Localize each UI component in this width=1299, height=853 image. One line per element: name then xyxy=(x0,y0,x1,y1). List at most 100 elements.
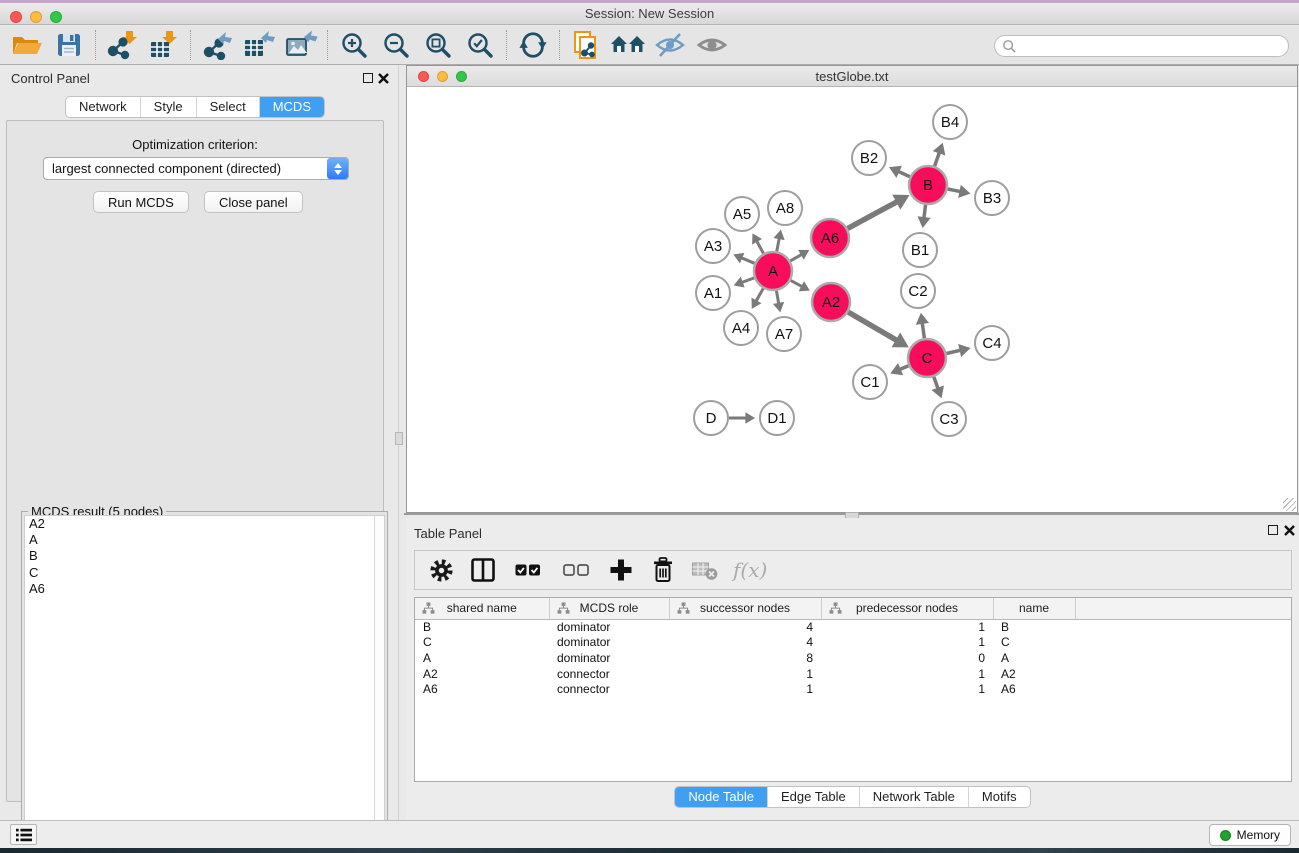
table-cell[interactable]: connector xyxy=(549,681,669,697)
save-session-button[interactable] xyxy=(48,29,90,61)
memory-button[interactable]: Memory xyxy=(1209,824,1291,846)
graph-node-A6[interactable]: A6 xyxy=(811,219,849,257)
result-item[interactable]: A6 xyxy=(25,581,384,597)
table-cell[interactable]: 0 xyxy=(821,650,993,666)
graph-node-A1[interactable]: A1 xyxy=(696,276,730,310)
graph-node-B1[interactable]: B1 xyxy=(903,233,937,267)
table-cell[interactable]: A xyxy=(415,650,549,666)
table-row[interactable]: Adominator80A xyxy=(415,650,1291,666)
tab-network-table[interactable]: Network Table xyxy=(860,787,969,807)
column-header-MCDS-role[interactable]: MCDS role xyxy=(549,598,669,619)
result-item[interactable]: A xyxy=(25,532,384,548)
graph-edge-A-A5[interactable] xyxy=(752,233,763,253)
table-cell[interactable]: C xyxy=(993,635,1075,651)
tab-network[interactable]: Network xyxy=(66,97,141,117)
table-cell[interactable]: dominator xyxy=(549,619,669,635)
graph-edge-A-A1[interactable] xyxy=(734,277,755,288)
column-header-predecessor-nodes[interactable]: predecessor nodes xyxy=(821,598,993,619)
result-item[interactable]: A2 xyxy=(25,516,384,532)
column-header-successor-nodes[interactable]: successor nodes xyxy=(669,598,821,619)
graph-edge-C-C4[interactable] xyxy=(946,344,970,357)
close-panel-icon[interactable] xyxy=(378,73,389,84)
table-cell[interactable]: A6 xyxy=(415,681,549,697)
graph-node-C2[interactable]: C2 xyxy=(901,274,935,308)
graph-edge-A-A8[interactable] xyxy=(773,230,784,252)
graph-node-D1[interactable]: D1 xyxy=(760,401,794,435)
open-session-button[interactable] xyxy=(6,29,48,61)
graph-node-A7[interactable]: A7 xyxy=(767,317,801,351)
tab-motifs[interactable]: Motifs xyxy=(969,787,1030,807)
table-cell[interactable]: 4 xyxy=(669,635,821,651)
delete-table-button[interactable] xyxy=(691,556,719,584)
column-visibility-button[interactable] xyxy=(469,556,497,584)
table-cell[interactable]: C xyxy=(415,635,549,651)
table-cell[interactable]: 1 xyxy=(821,635,993,651)
task-history-button[interactable] xyxy=(10,824,37,845)
graph-node-A2[interactable]: A2 xyxy=(812,283,850,321)
table-cell[interactable]: 1 xyxy=(669,666,821,682)
export-table-button[interactable] xyxy=(238,29,280,61)
graph-edge-C-C3[interactable] xyxy=(931,377,944,398)
tab-style[interactable]: Style xyxy=(141,97,197,117)
unselect-all-rows-button[interactable] xyxy=(559,556,593,584)
graph-edge-B-B1[interactable] xyxy=(917,205,930,228)
run-mcds-button[interactable]: Run MCDS xyxy=(93,191,189,213)
graph-edge-B-B4[interactable] xyxy=(933,143,946,166)
graph-edge-A-A3[interactable] xyxy=(733,253,754,264)
table-cell[interactable]: dominator xyxy=(549,635,669,651)
tab-mcds[interactable]: MCDS xyxy=(260,97,324,117)
select-all-rows-button[interactable] xyxy=(511,556,545,584)
table-cell[interactable]: B xyxy=(415,619,549,635)
graph-node-B4[interactable]: B4 xyxy=(933,105,967,139)
graph-node-A4[interactable]: A4 xyxy=(724,311,758,345)
table-cell[interactable]: 1 xyxy=(821,681,993,697)
close-panel-button[interactable]: Close panel xyxy=(204,191,303,213)
graph-node-A3[interactable]: A3 xyxy=(696,229,730,263)
zoom-out-button[interactable] xyxy=(375,29,417,61)
tab-edge-table[interactable]: Edge Table xyxy=(768,787,860,807)
tab-select[interactable]: Select xyxy=(197,97,260,117)
result-item[interactable]: B xyxy=(25,548,384,564)
graph-edge-A-A7[interactable] xyxy=(773,291,784,313)
graph-edge-A2-C[interactable] xyxy=(848,312,909,347)
import-network-button[interactable] xyxy=(101,29,143,61)
close-table-panel-icon[interactable] xyxy=(1284,525,1295,536)
graph-node-A5[interactable]: A5 xyxy=(725,197,759,231)
graph-edge-C-C2[interactable] xyxy=(916,313,929,338)
table-cell[interactable]: 1 xyxy=(821,666,993,682)
result-item[interactable]: C xyxy=(25,565,384,581)
graph-node-B2[interactable]: B2 xyxy=(852,141,886,175)
network-window-titlebar[interactable]: testGlobe.txt xyxy=(407,66,1297,87)
search-field[interactable] xyxy=(994,35,1289,57)
add-column-button[interactable] xyxy=(607,556,635,584)
table-cell[interactable]: A xyxy=(993,650,1075,666)
graph-edge-C-C1[interactable] xyxy=(890,363,908,375)
export-image-button[interactable] xyxy=(280,29,322,61)
zoom-selected-button[interactable] xyxy=(459,29,501,61)
zoom-in-button[interactable] xyxy=(333,29,375,61)
result-list-scrollbar[interactable] xyxy=(374,516,384,847)
table-cell[interactable]: A2 xyxy=(415,666,549,682)
graph-edge-B-B3[interactable] xyxy=(948,185,971,198)
vertical-split-handle[interactable] xyxy=(395,432,403,445)
table-cell[interactable]: 1 xyxy=(821,619,993,635)
mcds-result-list[interactable]: A2ABCA6 xyxy=(24,515,385,848)
graph-edge-A6-B[interactable] xyxy=(848,195,910,229)
refresh-view-button[interactable] xyxy=(512,29,554,61)
network-canvas[interactable]: AA1A2A3A4A5A6A7A8BB1B2B3B4CC1C2C3C4DD1 xyxy=(407,87,1297,512)
graph-edge-A-A6[interactable] xyxy=(790,250,809,261)
table-cell[interactable]: A2 xyxy=(993,666,1075,682)
graph-edge-B-B2[interactable] xyxy=(889,166,910,178)
import-table-button[interactable] xyxy=(143,29,185,61)
column-header-shared-name[interactable]: shared name xyxy=(415,598,549,619)
table-cell[interactable]: dominator xyxy=(549,650,669,666)
graph-node-B[interactable]: B xyxy=(909,166,947,204)
column-header-name[interactable]: name xyxy=(993,598,1075,619)
table-row[interactable]: Cdominator41C xyxy=(415,635,1291,651)
table-row[interactable]: Bdominator41B xyxy=(415,619,1291,635)
graph-edge-D-D1[interactable] xyxy=(729,412,755,423)
table-settings-button[interactable] xyxy=(427,556,455,584)
show-home-button[interactable] xyxy=(607,29,649,61)
search-input[interactable] xyxy=(1021,37,1288,55)
clone-network-button[interactable] xyxy=(565,29,607,61)
